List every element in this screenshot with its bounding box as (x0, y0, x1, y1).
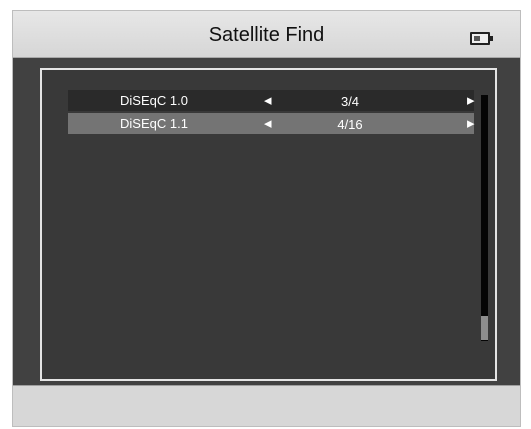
menu-item-value: 3/4 (340, 94, 360, 109)
battery-level (474, 36, 480, 41)
page-title: Satellite Find (208, 24, 325, 46)
menu-item-label: DiSEqC 1.0 (120, 93, 188, 108)
device-screen: Satellite Find DiSEqC 1.0 ◂ 3/4 ▸ DiSEqC… (12, 10, 521, 427)
menu-item-value: 4/16 (337, 117, 363, 132)
title-bar: Satellite Find (13, 11, 520, 58)
content-area: DiSEqC 1.0 ◂ 3/4 ▸ DiSEqC 1.1 ◂ 4/16 ▸ (13, 58, 520, 385)
battery-icon (470, 32, 493, 45)
right-arrow-icon[interactable]: ▸ (467, 91, 475, 109)
menu-item-label: DiSEqC 1.1 (120, 116, 188, 131)
scrollbar-track[interactable] (481, 95, 488, 341)
left-arrow-icon[interactable]: ◂ (264, 114, 272, 132)
menu-panel: DiSEqC 1.0 ◂ 3/4 ▸ DiSEqC 1.1 ◂ 4/16 ▸ (40, 68, 497, 381)
menu-item-diseqc-1-1[interactable]: DiSEqC 1.1 ◂ 4/16 ▸ (68, 113, 475, 134)
right-arrow-icon[interactable]: ▸ (467, 114, 475, 132)
footer-bar (13, 385, 520, 426)
scrollbar-thumb[interactable] (481, 316, 488, 340)
left-arrow-icon[interactable]: ◂ (264, 91, 272, 109)
menu-item-diseqc-1-0[interactable]: DiSEqC 1.0 ◂ 3/4 ▸ (68, 90, 475, 111)
